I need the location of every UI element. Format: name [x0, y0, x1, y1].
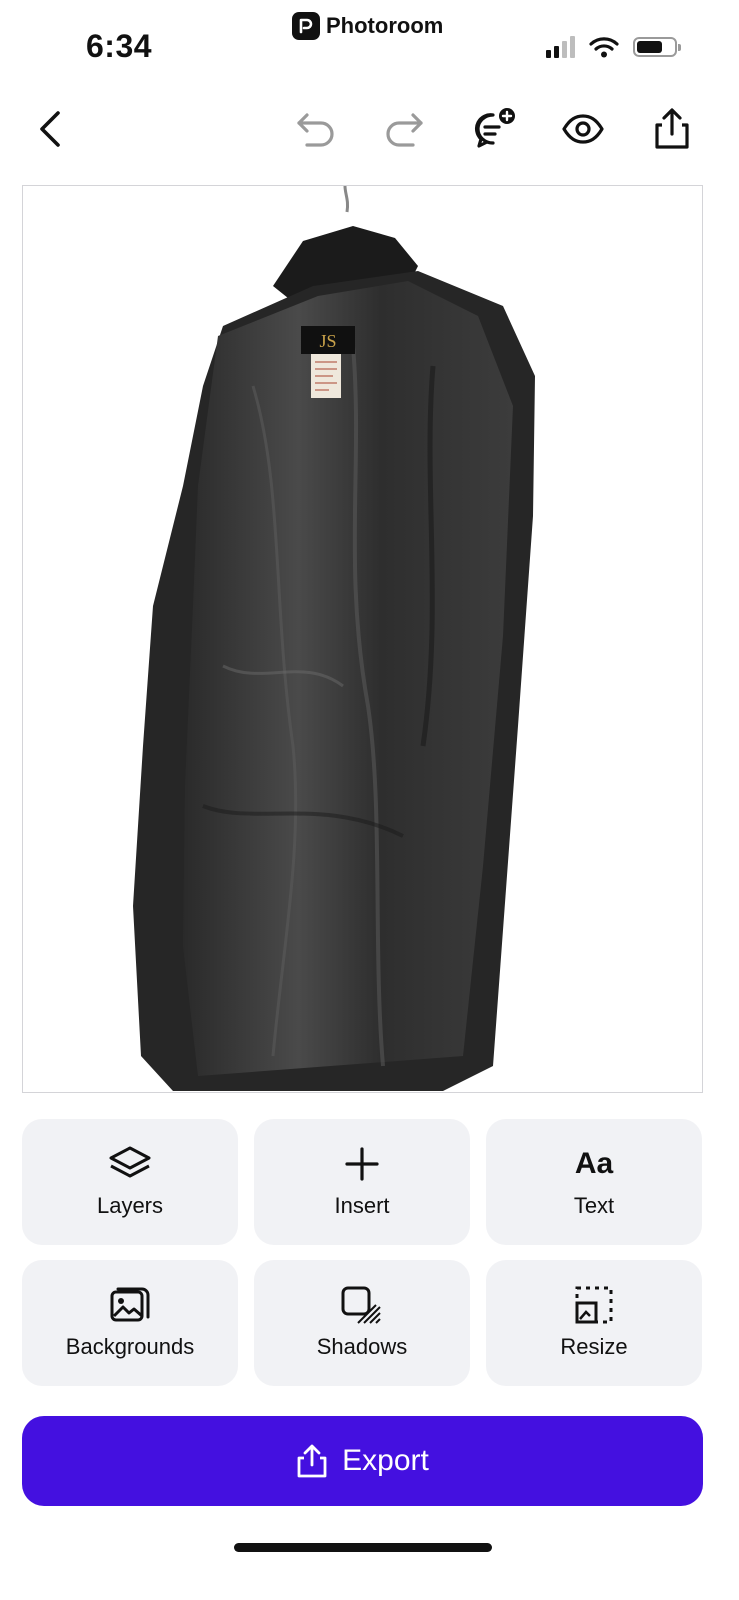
- plus-icon: [344, 1145, 380, 1183]
- coat-photo: JS: [133, 186, 535, 1091]
- back-button[interactable]: [27, 105, 75, 153]
- wifi-icon: [589, 37, 619, 58]
- resize-icon: [574, 1286, 614, 1324]
- photo-canvas[interactable]: JS: [22, 185, 703, 1093]
- chat-plus-icon: [474, 108, 515, 148]
- layers-button[interactable]: Layers: [22, 1119, 238, 1245]
- layers-label: Layers: [96, 1193, 164, 1218]
- app-name: Photoroom: [326, 13, 444, 38]
- image-stack-icon: [108, 1286, 152, 1324]
- export-label: Export: [342, 1444, 429, 1477]
- backgrounds-button[interactable]: Backgrounds: [22, 1260, 238, 1386]
- share-icon: [297, 1444, 327, 1478]
- insert-label: Insert: [334, 1193, 390, 1218]
- share-icon: [655, 108, 689, 149]
- app-badge: Photoroom: [292, 12, 443, 40]
- share-button[interactable]: [648, 105, 696, 153]
- status-time: 6:34: [86, 28, 153, 64]
- chevron-left-icon: [40, 111, 60, 147]
- coat-label-brand: JS: [319, 331, 336, 351]
- photoroom-logo-icon: [292, 12, 320, 40]
- battery-icon: [633, 37, 681, 57]
- layers-icon: [108, 1145, 152, 1183]
- home-indicator[interactable]: [234, 1543, 492, 1552]
- undo-icon: [297, 113, 334, 147]
- text-button[interactable]: Aa Text: [486, 1119, 702, 1245]
- redo-button[interactable]: [380, 105, 428, 153]
- preview-button[interactable]: [559, 105, 607, 153]
- feedback-button[interactable]: [470, 105, 518, 153]
- text-label: Text: [573, 1193, 615, 1218]
- resize-label: Resize: [560, 1334, 628, 1359]
- shadows-label: Shadows: [316, 1334, 408, 1359]
- resize-button[interactable]: Resize: [486, 1260, 702, 1386]
- insert-button[interactable]: Insert: [254, 1119, 470, 1245]
- shadow-icon: [340, 1286, 384, 1324]
- backgrounds-label: Backgrounds: [65, 1334, 195, 1359]
- undo-button[interactable]: [292, 105, 340, 153]
- status-icons: [546, 36, 681, 58]
- shadows-button[interactable]: Shadows: [254, 1260, 470, 1386]
- cellular-signal-icon: [546, 36, 575, 58]
- redo-icon: [386, 113, 423, 147]
- eye-icon: [562, 114, 604, 144]
- text-icon: Aa: [574, 1147, 614, 1180]
- export-button[interactable]: Export: [22, 1416, 703, 1506]
